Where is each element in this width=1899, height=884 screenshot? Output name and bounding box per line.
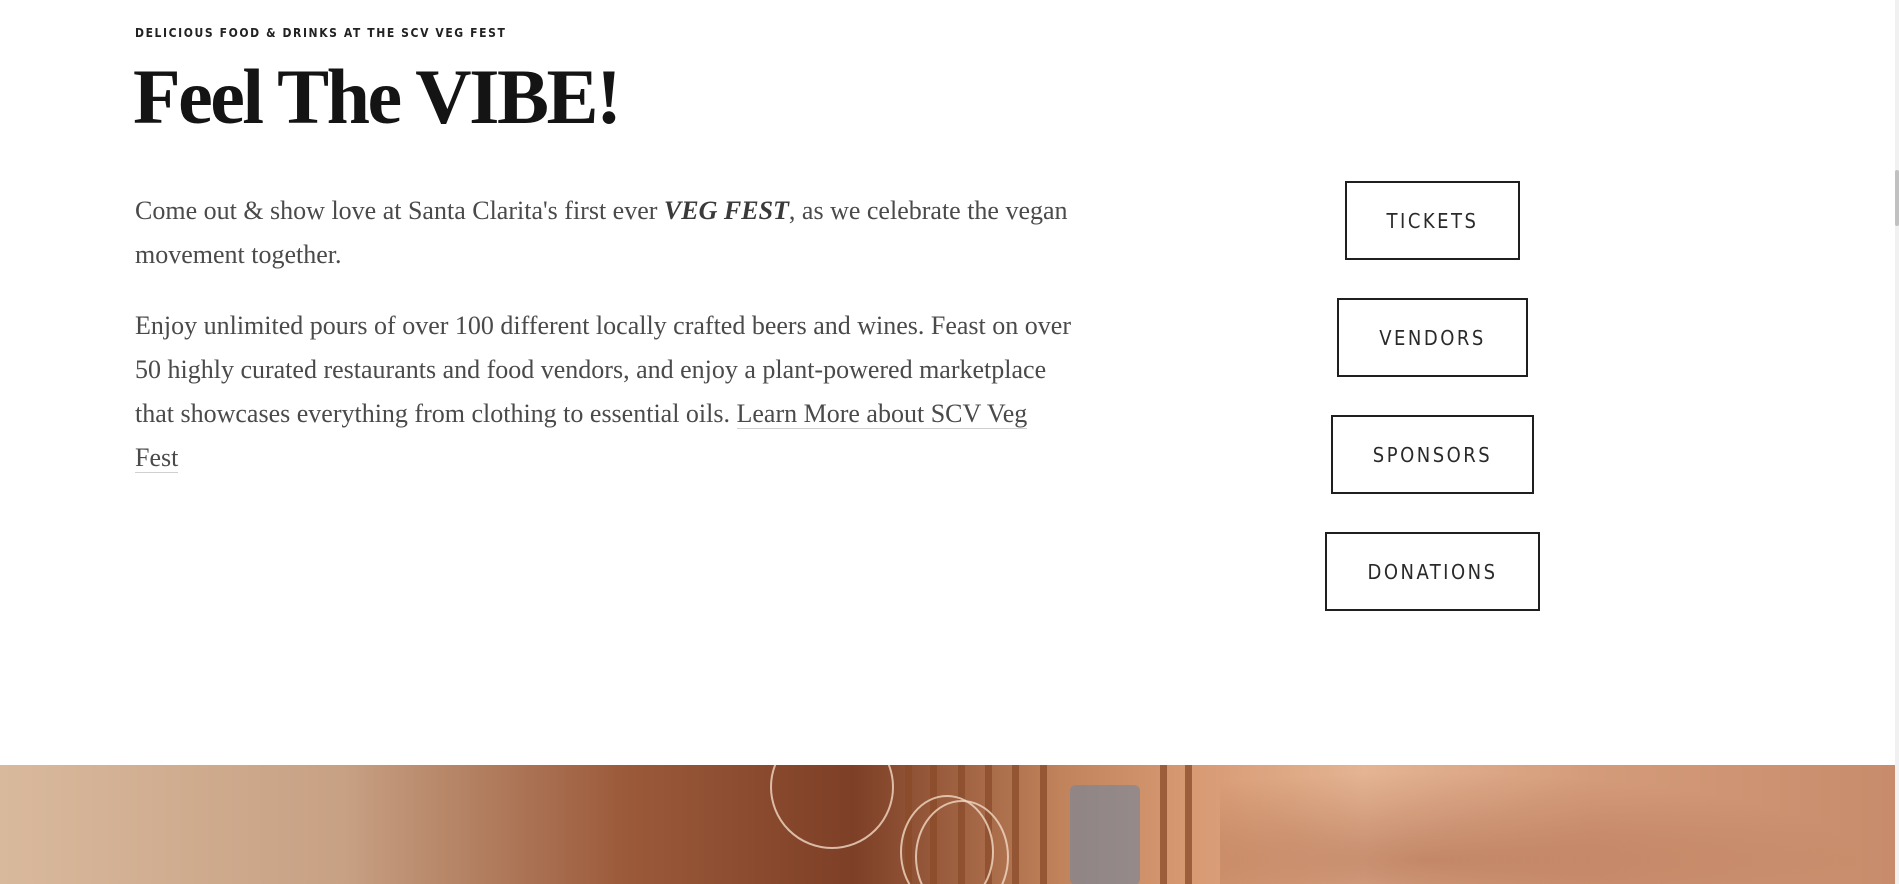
vendors-button[interactable]: VENDORS	[1337, 298, 1528, 377]
donations-button[interactable]: DONATIONS	[1325, 532, 1540, 611]
page-scrollbar[interactable]	[1895, 0, 1899, 884]
veg-fest-emphasis: VEG FEST	[663, 196, 789, 225]
photo-fringe-strand	[1012, 765, 1019, 884]
festival-photo	[0, 765, 1895, 884]
cta-button-stack: TICKETS VENDORS SPONSORS DONATIONS	[1190, 181, 1675, 649]
photo-denim-detail	[1070, 785, 1140, 884]
tickets-button[interactable]: TICKETS	[1344, 181, 1521, 260]
intro-copy: Come out & show love at Santa Clarita's …	[135, 189, 1075, 507]
photo-fringe-strand	[1040, 765, 1047, 884]
page: DELICIOUS FOOD & DRINKS AT THE SCV VEG F…	[0, 0, 1899, 884]
page-title: Feel The VIBE!	[133, 53, 622, 140]
photo-shading	[1220, 765, 1895, 884]
intro-paragraph-1: Come out & show love at Santa Clarita's …	[135, 189, 1075, 277]
sponsors-button[interactable]: SPONSORS	[1330, 415, 1535, 494]
scrollbar-thumb[interactable]	[1895, 170, 1899, 226]
section-eyebrow: DELICIOUS FOOD & DRINKS AT THE SCV VEG F…	[135, 26, 507, 40]
intro-text-start: Come out & show love at Santa Clarita's …	[135, 196, 664, 225]
photo-bangle	[770, 765, 894, 849]
intro-paragraph-2: Enjoy unlimited pours of over 100 differ…	[135, 304, 1075, 480]
photo-fringe-strand	[1160, 765, 1167, 884]
photo-fringe-strand	[1185, 765, 1192, 884]
